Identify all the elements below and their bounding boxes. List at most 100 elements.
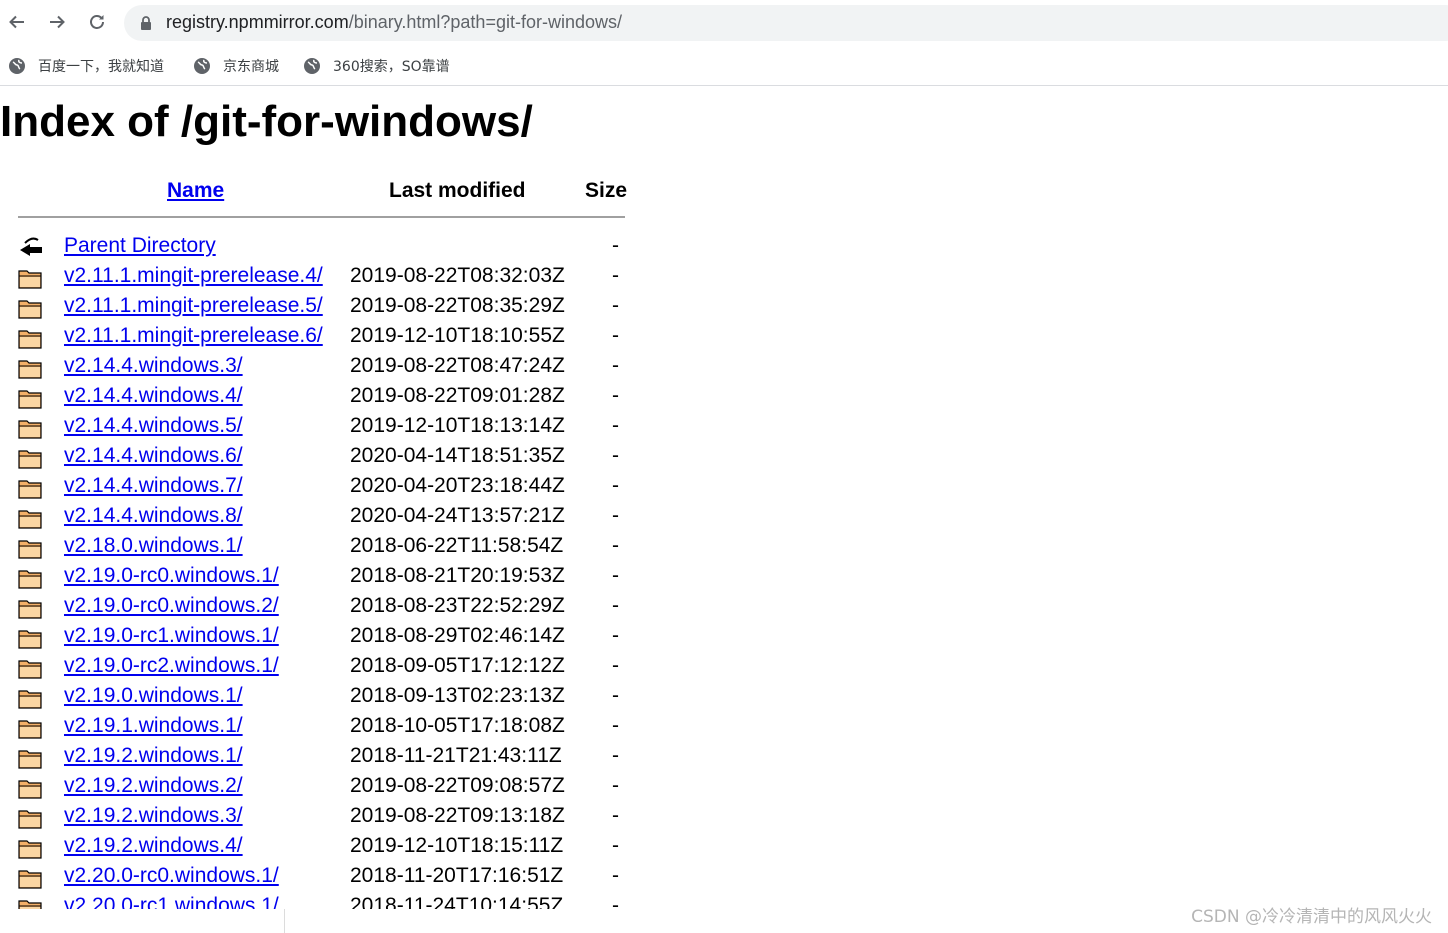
folder-link[interactable]: v2.14.4.windows.5/ — [64, 414, 243, 438]
size-cell: - — [612, 894, 619, 909]
folder-icon — [18, 510, 42, 529]
size-cell: - — [612, 534, 619, 557]
folder-link[interactable]: v2.11.1.mingit-prerelease.6/ — [64, 324, 323, 348]
size-cell: - — [612, 714, 619, 737]
table-row: v2.14.4.windows.7/2020-04-20T23:18:44Z - — [0, 472, 640, 502]
folder-link[interactable]: v2.14.4.windows.4/ — [64, 384, 243, 408]
size-cell: - — [612, 384, 619, 407]
folder-link[interactable]: v2.19.2.windows.4/ — [64, 834, 243, 858]
url-host: registry.npmmirror.com — [166, 12, 349, 32]
folder-link[interactable]: v2.11.1.mingit-prerelease.4/ — [64, 264, 323, 288]
folder-link[interactable]: v2.19.0-rc1.windows.1/ — [64, 624, 279, 648]
folder-link[interactable]: v2.18.0.windows.1/ — [64, 534, 243, 558]
table-row: v2.19.0-rc0.windows.2/2018-08-23T22:52:2… — [0, 592, 640, 622]
reload-icon[interactable] — [84, 9, 110, 35]
modified-cell: 2018-08-21T20:19:53Z — [350, 564, 565, 587]
modified-cell: 2018-11-21T21:43:11Z — [350, 744, 562, 767]
directory-listing-page: Index of /git-for-windows/ Name Last mod… — [0, 87, 1448, 909]
modified-cell: 2018-06-22T11:58:54Z — [350, 534, 564, 557]
divider — [284, 909, 285, 933]
folder-link[interactable]: v2.19.1.windows.1/ — [64, 714, 243, 738]
folder-link[interactable]: v2.20.0-rc1.windows.1/ — [64, 894, 279, 909]
folder-icon — [18, 300, 42, 319]
folder-icon — [18, 690, 42, 709]
folder-link[interactable]: v2.19.2.windows.3/ — [64, 804, 243, 828]
bookmark-360[interactable]: 360搜索，SO靠谱 — [303, 54, 450, 78]
table-row: v2.19.0.windows.1/2018-09-13T02:23:13Z - — [0, 682, 640, 712]
folder-link[interactable]: v2.19.0.windows.1/ — [64, 684, 243, 708]
size-cell: - — [612, 354, 619, 377]
modified-cell: 2019-08-22T08:32:03Z — [350, 264, 565, 287]
url-path: /binary.html?path=git-for-windows/ — [348, 12, 622, 32]
folder-link[interactable]: v2.19.2.windows.1/ — [64, 744, 243, 768]
globe-icon — [194, 58, 210, 74]
size-cell: - — [612, 234, 619, 257]
sort-by-name-link[interactable]: Name — [167, 179, 224, 202]
modified-cell: 2020-04-24T13:57:21Z — [350, 504, 565, 527]
folder-icon — [18, 600, 42, 619]
folder-link[interactable]: v2.11.1.mingit-prerelease.5/ — [64, 294, 323, 318]
folder-link[interactable]: v2.14.4.windows.8/ — [64, 504, 243, 528]
bookmark-label: 百度一下，我就知道 — [38, 59, 164, 75]
folder-icon — [18, 540, 42, 559]
table-row: v2.19.2.windows.3/2019-08-22T09:13:18Z - — [0, 802, 640, 832]
table-row: v2.11.1.mingit-prerelease.4/2019-08-22T0… — [0, 262, 640, 292]
globe-icon — [304, 58, 320, 74]
size-cell: - — [612, 774, 619, 797]
folder-link[interactable]: v2.14.4.windows.3/ — [64, 354, 243, 378]
size-cell: - — [612, 744, 619, 767]
modified-cell: 2018-09-13T02:23:13Z — [350, 684, 565, 707]
modified-cell: 2018-09-05T17:12:12Z — [350, 654, 565, 677]
size-cell: - — [612, 564, 619, 587]
forward-arrow-icon[interactable] — [44, 9, 70, 35]
folder-link[interactable]: v2.14.4.windows.6/ — [64, 444, 243, 468]
folder-icon — [18, 420, 42, 439]
page-title: Index of /git-for-windows/ — [0, 97, 533, 146]
folder-icon — [18, 840, 42, 859]
table-row: v2.14.4.windows.5/2019-12-10T18:13:14Z - — [0, 412, 640, 442]
folder-icon — [18, 450, 42, 469]
size-cell: - — [612, 834, 619, 857]
folder-icon — [18, 660, 42, 679]
folder-link[interactable]: v2.19.0-rc0.windows.2/ — [64, 594, 279, 618]
table-row: v2.19.2.windows.1/2018-11-21T21:43:11Z - — [0, 742, 640, 772]
folder-icon — [18, 810, 42, 829]
bookmark-baidu[interactable]: 百度一下，我就知道 — [8, 54, 164, 78]
size-cell: - — [612, 624, 619, 647]
table-row: v2.14.4.windows.6/2020-04-14T18:51:35Z - — [0, 442, 640, 472]
back-arrow-icon[interactable] — [4, 9, 30, 35]
size-cell: - — [612, 444, 619, 467]
folder-link[interactable]: v2.14.4.windows.7/ — [64, 474, 243, 498]
parent-directory-icon — [20, 237, 42, 256]
modified-cell: 2019-12-10T18:13:14Z — [350, 414, 565, 437]
modified-cell: 2019-08-22T08:47:24Z — [350, 354, 565, 377]
modified-cell: 2019-12-10T18:10:55Z — [350, 324, 565, 347]
column-header-name[interactable]: Name — [167, 179, 224, 203]
folder-link[interactable]: v2.19.0-rc0.windows.1/ — [64, 564, 279, 588]
folder-link[interactable]: v2.20.0-rc0.windows.1/ — [64, 864, 279, 888]
folder-icon — [18, 630, 42, 649]
modified-cell: 2018-11-20T17:16:51Z — [350, 864, 564, 887]
folder-link[interactable]: v2.19.2.windows.2/ — [64, 774, 243, 798]
table-row: v2.11.1.mingit-prerelease.5/2019-08-22T0… — [0, 292, 640, 322]
bookmarks-bar: 百度一下，我就知道 京东商城 360搜索，SO靠谱 — [0, 48, 1448, 86]
size-cell: - — [612, 474, 619, 497]
size-cell: - — [612, 654, 619, 677]
table-row: v2.14.4.windows.4/2019-08-22T09:01:28Z - — [0, 382, 640, 412]
browser-toolbar: registry.npmmirror.com/binary.html?path=… — [0, 0, 1448, 46]
table-row: v2.19.2.windows.4/2019-12-10T18:15:11Z - — [0, 832, 640, 862]
parent-directory-row: Parent Directory - — [0, 232, 640, 262]
size-cell: - — [612, 504, 619, 527]
size-cell: - — [612, 264, 619, 287]
bookmark-label: 京东商城 — [223, 59, 279, 75]
folder-icon — [18, 390, 42, 409]
folder-icon — [18, 780, 42, 799]
size-cell: - — [612, 594, 619, 617]
size-cell: - — [612, 684, 619, 707]
size-cell: - — [612, 324, 619, 347]
table-row: v2.19.2.windows.2/2019-08-22T09:08:57Z - — [0, 772, 640, 802]
bookmark-jd[interactable]: 京东商城 — [193, 54, 279, 78]
parent-directory-link[interactable]: Parent Directory — [64, 234, 216, 258]
address-bar[interactable]: registry.npmmirror.com/binary.html?path=… — [124, 5, 1448, 41]
folder-link[interactable]: v2.19.0-rc2.windows.1/ — [64, 654, 279, 678]
